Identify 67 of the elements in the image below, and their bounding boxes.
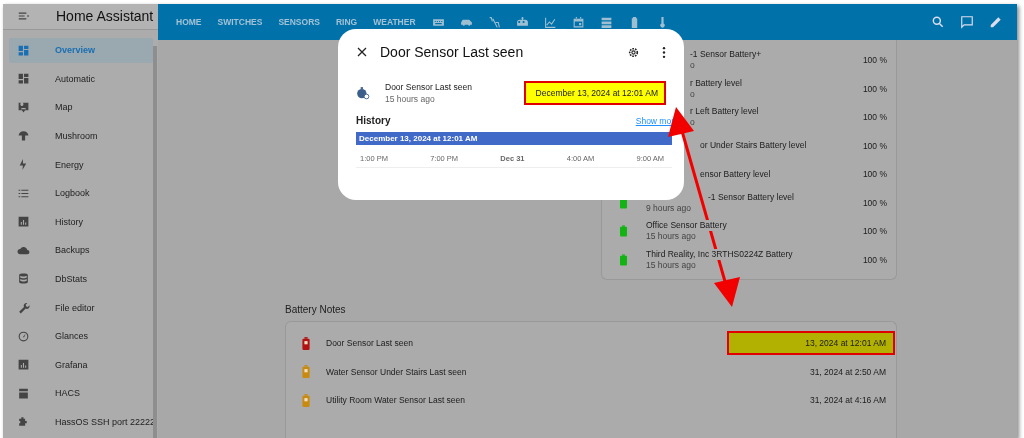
- search-icon[interactable]: [931, 15, 945, 29]
- section-title: Battery Notes: [285, 304, 347, 315]
- wrench-icon: [17, 301, 30, 315]
- entity-name: -1 Sensor Battery level: [708, 191, 794, 203]
- entity-name: Door Sensor Last seen: [326, 338, 414, 349]
- entity-value: 100 %: [862, 140, 887, 151]
- close-icon[interactable]: [356, 46, 368, 58]
- line-chart-icon[interactable]: [543, 15, 557, 29]
- entity-value: 100 %: [862, 226, 887, 237]
- entity-time: 15 hours ago: [646, 259, 696, 271]
- gauge-icon: [17, 329, 30, 343]
- entity-value: 100 %: [862, 112, 887, 123]
- dashboard-icon: [17, 43, 30, 57]
- database-icon: [17, 272, 30, 286]
- chart-icon: [17, 215, 30, 229]
- entity-value: 13, 2024 at 12:01 AM: [727, 331, 895, 356]
- history-title: History: [356, 115, 391, 126]
- sidebar-item[interactable]: File editor: [9, 295, 153, 321]
- entity-time: o: [690, 60, 695, 72]
- chat-icon[interactable]: [960, 15, 974, 29]
- sidebar-item[interactable]: HACS: [9, 380, 153, 406]
- mushroom-icon: [17, 129, 30, 143]
- puzzle-icon: [17, 415, 30, 429]
- timeline-bar: December 13, 2024 at 12:01 AM: [356, 132, 672, 145]
- app-title: Home Assistant: [56, 8, 154, 25]
- entity-name: Door Sensor Last seen: [385, 81, 472, 93]
- robot-icon[interactable]: [515, 15, 529, 29]
- sidebar-item[interactable]: Backups: [9, 237, 153, 263]
- calendar-icon[interactable]: [571, 15, 585, 29]
- entity-time: o: [690, 117, 695, 129]
- dialog-title: Door Sensor Last seen: [380, 44, 524, 60]
- entity-name: -1 Sensor Battery+: [690, 49, 762, 61]
- sidebar-item[interactable]: Energy: [9, 152, 153, 178]
- entity-value: 100 %: [862, 254, 887, 265]
- entity-time: 9 hours ago: [646, 202, 691, 214]
- sidebar-item[interactable]: Map: [9, 94, 153, 120]
- entity-name: Water Sensor Under Stairs Last seen: [326, 366, 468, 377]
- entity-name: Utility Room Water Sensor Last seen: [326, 395, 467, 406]
- entity-value: 100 %: [862, 197, 887, 208]
- entity-value: 31, 2024 at 2:50 AM: [808, 365, 887, 379]
- entity-time: 15 hours ago: [646, 231, 696, 243]
- server-icon[interactable]: [599, 15, 613, 29]
- sidebar-item[interactable]: DbStats: [9, 266, 153, 292]
- entity-state: December 13, 2024 at 12:01 AM: [523, 81, 666, 105]
- pencil-icon[interactable]: [989, 15, 1003, 29]
- entity-value: 100 %: [862, 83, 887, 94]
- sidebar-item[interactable]: History: [9, 209, 153, 235]
- entity-name: Third Reality, Inc 3RTHS0224Z Battery: [646, 248, 793, 260]
- entity-value: 100 %: [862, 169, 887, 180]
- entity-time: o: [690, 88, 695, 100]
- more-icon[interactable]: [662, 45, 666, 59]
- entity-name: ensor Battery level: [700, 168, 771, 180]
- sidebar-item[interactable]: Grafana: [9, 352, 153, 378]
- entity-name: Office Sensor Battery: [646, 220, 727, 232]
- sidebar-item[interactable]: Glances: [9, 323, 153, 349]
- sidebar-item[interactable]: Automatic: [9, 66, 153, 92]
- timer-icon: [356, 86, 370, 100]
- entity-value: 31, 2024 at 4:16 AM: [808, 394, 887, 408]
- entity-time: 15 hours ago: [385, 93, 436, 105]
- dashboard-icon: [17, 72, 30, 86]
- sidebar-item[interactable]: Logbook: [9, 180, 153, 206]
- chart-icon: [17, 358, 30, 372]
- entity-name: or Under Stairs Battery level: [700, 140, 807, 152]
- entity-value: 100 %: [862, 55, 887, 66]
- entity-name: r Left Battery level: [690, 106, 759, 118]
- sidebar-item[interactable]: Mushroom: [9, 123, 153, 149]
- entity-name: r Battery level: [690, 77, 742, 89]
